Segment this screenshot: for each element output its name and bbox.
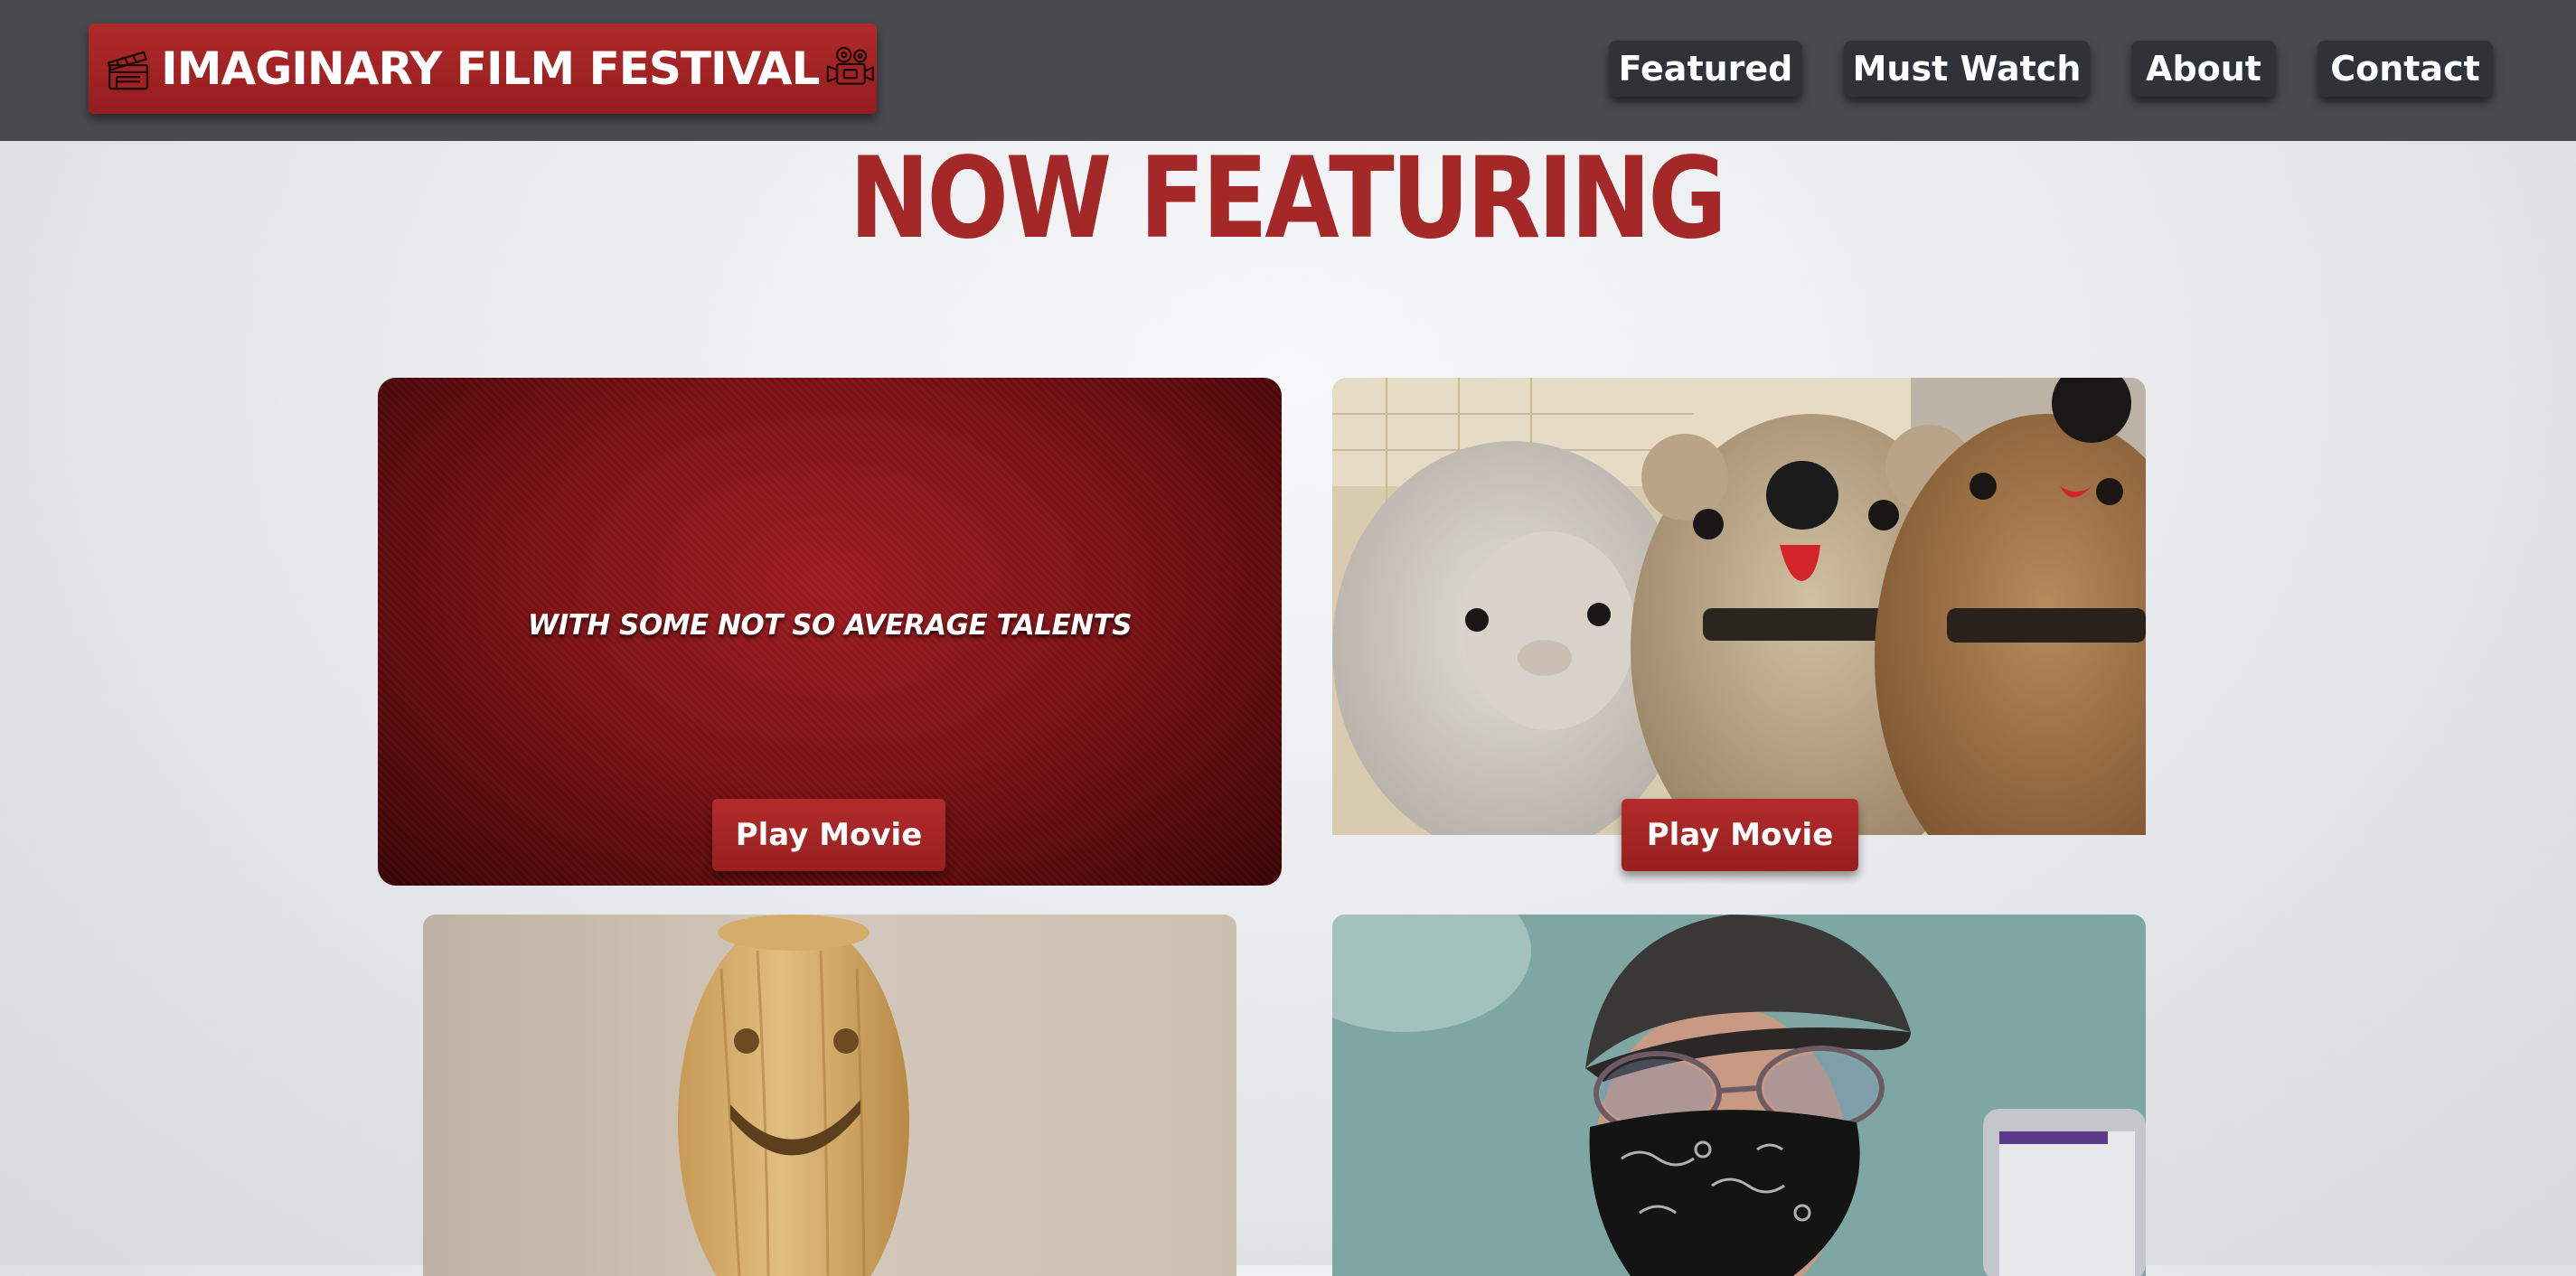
nav-about[interactable]: About [2131,41,2276,97]
masked-person-thumbnail [1332,915,2146,1276]
movie-card-plush-toys [1332,378,2146,835]
wooden-spoon-thumbnail [678,915,909,1276]
movie-camera-icon [827,46,875,85]
nav-contact[interactable]: Contact [2317,41,2493,97]
movie-card-wooden-spoon [423,915,1236,1276]
page-heading: NOW FEATURING [849,134,1727,264]
play-movie-button[interactable]: Play Movie [1622,799,1858,871]
site-header: IMAGINARY FILM FESTIVAL Featured Must Wa… [0,0,2576,141]
movie-tagline: WITH SOME NOT SO AVERAGE TALENTS [527,609,1133,642]
nav-featured[interactable]: Featured [1609,41,1802,97]
play-movie-button[interactable]: Play Movie [712,799,945,871]
movie-card-masked-person [1332,915,2146,1276]
brand-title: IMAGINARY FILM FESTIVAL [161,42,820,95]
nav-must-watch[interactable]: Must Watch [1844,41,2090,97]
clapperboard-icon [107,51,149,90]
brand-logo[interactable]: IMAGINARY FILM FESTIVAL [89,23,877,114]
plush-toys-thumbnail [1332,378,2146,835]
